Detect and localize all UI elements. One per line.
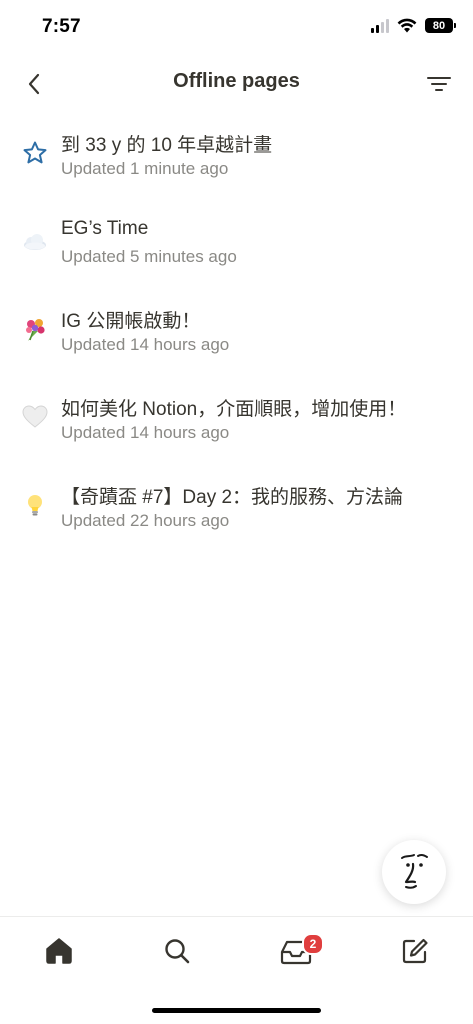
page-title-text: 到 33 y 的 10 年卓越計畫: [61, 135, 273, 156]
inbox-badge: 2: [302, 933, 324, 955]
page-updated-text: Updated 14 hours ago: [61, 335, 230, 354]
notion-ai-face-icon: [401, 853, 428, 889]
battery-level: 80: [432, 19, 446, 32]
battery-icon: 80: [425, 18, 456, 33]
page-updated-text: Updated 1 minute ago: [61, 159, 229, 178]
tab-search[interactable]: [155, 929, 199, 973]
home-icon: [46, 938, 72, 964]
cloud-emoji-icon: [22, 228, 48, 254]
notion-ai-button[interactable]: [382, 840, 446, 904]
list-item[interactable]: 到 33 y 的 10 年卓越計畫 Updated 1 minute ago: [0, 118, 473, 206]
lightbulb-emoji-icon: [22, 492, 48, 518]
filter-icon: [427, 77, 451, 91]
home-indicator[interactable]: [152, 1008, 321, 1013]
page-title-text: EG’s Time: [61, 218, 149, 239]
search-icon: [165, 939, 190, 964]
page-title: Offline pages: [173, 70, 300, 92]
list-item[interactable]: EG’s Time Updated 5 minutes ago: [0, 206, 473, 294]
bouquet-emoji-icon: [22, 316, 48, 342]
list-item[interactable]: 【奇蹟盃 #7】Day 2：我的服務、方法論 Updated 22 hours …: [0, 470, 473, 558]
list-item[interactable]: 如何美化 Notion，介面順眼，增加使用！ Updated 14 hours …: [0, 382, 473, 470]
cellular-signal-icon: [371, 18, 389, 33]
tab-compose[interactable]: [393, 929, 437, 973]
wifi-icon: [397, 18, 417, 33]
filter-button[interactable]: [425, 70, 453, 98]
status-bar: 7:57 80: [0, 0, 473, 58]
tab-home[interactable]: [37, 929, 81, 973]
header: Offline pages: [0, 58, 473, 110]
list-item[interactable]: IG 公開帳啟動！ Updated 14 hours ago: [0, 294, 473, 382]
offline-pages-list: 到 33 y 的 10 年卓越計畫 Updated 1 minute ago E…: [0, 118, 473, 558]
compose-icon: [402, 938, 428, 964]
status-time: 7:57: [42, 16, 81, 37]
tab-inbox[interactable]: 2: [274, 929, 324, 973]
page-title-text: IG 公開帳啟動！: [61, 311, 201, 332]
page-title-text: 如何美化 Notion，介面順眼，增加使用！: [61, 399, 407, 420]
star-outline-icon: [22, 140, 48, 166]
page-updated-text: Updated 22 hours ago: [61, 511, 230, 530]
tab-bar: 2: [0, 916, 473, 987]
page-title-text: 【奇蹟盃 #7】Day 2：我的服務、方法論: [61, 487, 404, 508]
page-updated-text: Updated 5 minutes ago: [61, 247, 237, 266]
page-updated-text: Updated 14 hours ago: [61, 423, 230, 442]
status-icons: 80: [371, 18, 456, 33]
white-heart-emoji-icon: [22, 404, 48, 430]
